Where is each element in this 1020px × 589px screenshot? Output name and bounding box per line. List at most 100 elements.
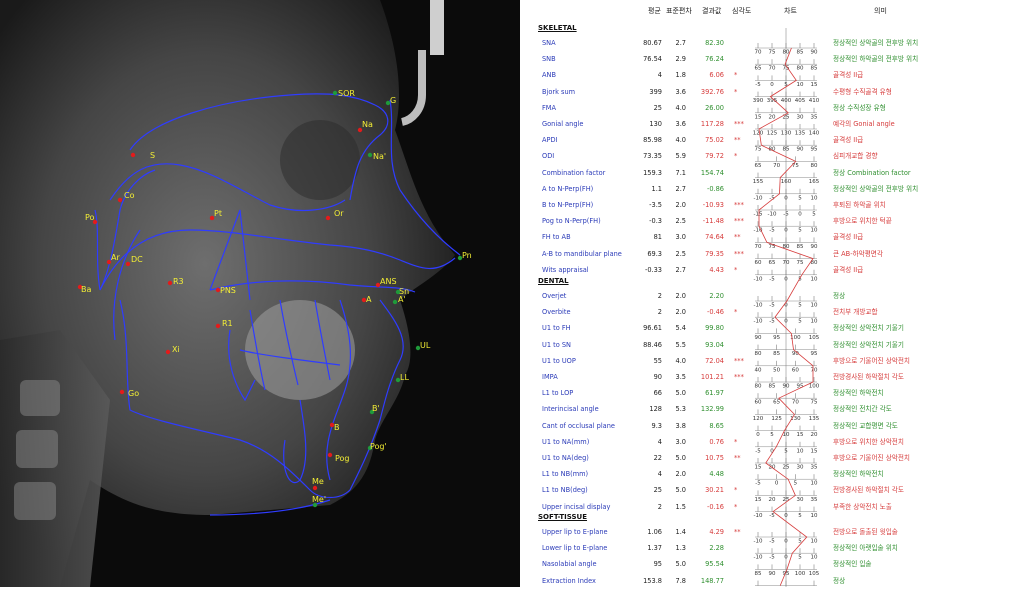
measurement-name: L1 to LOP [542,389,574,398]
landmark-label-DC: DC [131,255,143,264]
chart-tick-label: 10 [811,555,818,561]
measurement-name: Extraction Index [542,576,596,585]
measurement-sd: 3.0 [675,437,687,446]
measurement-sd: 2.5 [675,249,687,258]
measurement-name: L1 to NB(deg) [542,486,588,495]
chart-tick-label: 390 [753,98,764,104]
chart-tick-label: 35 [811,114,818,120]
chart-tick-label: 80 [797,66,804,72]
chart-tick-label: 85 [773,351,780,357]
chart-tick-label: 10 [811,195,818,201]
chart-tick-label: 95 [811,147,818,153]
measurement-severity: * [734,265,738,274]
measurement-name: SNA [542,39,556,47]
measurement-value: 132.99 [700,405,724,414]
chart-tick-label: 85 [797,50,804,56]
chart-tick-label: 95 [773,335,780,341]
measurement-meaning: 정상적인 교합평면 각도 [833,421,898,430]
chart-tick-label: 5 [794,481,798,487]
measurement-value: 154.74 [700,168,724,177]
chart-tick-label: 5 [798,513,802,519]
measurement-mean: 95 [653,560,662,569]
measurement-value: 2.20 [709,292,724,300]
measurement-value: 392.76 [700,87,724,96]
measurement-mean: 159.3 [643,168,662,177]
landmark-label-G: G [390,96,396,105]
measurement-mean: 4 [657,470,662,479]
measurement-meaning: 정상 [833,576,846,585]
measurement-value: 10.75 [705,454,724,462]
landmark-label-Pn: Pn [462,251,472,260]
landmark-point-Me [312,485,318,491]
measurement-mean: 2 [657,308,662,317]
measurement-value: 74.64 [705,233,724,242]
chart-tick-label: -5 [769,319,775,325]
landmark-label-R1: R1 [222,319,233,328]
measurement-severity: *** [734,356,744,365]
measurement-sd: 5.9 [675,152,687,161]
orbit-region [280,120,360,200]
landmark-point-Na_ [367,152,373,158]
measurement-severity: *** [734,373,744,381]
landmark-label-S: S [150,151,155,160]
chart-tick-label: 80 [755,384,762,390]
measurement-value: -0.16 [706,502,724,511]
measurement-mean: 128 [649,405,662,414]
measurement-meaning: 후방으로 위치한 턱끝 [833,217,892,226]
chart-tick-label: 85 [769,384,776,390]
chart-tick-label: 125 [771,416,782,422]
landmark-label-Ba: Ba [81,285,91,294]
chart-tick-label: 90 [811,50,818,56]
measurement-severity: * [734,486,738,495]
chart-tick-label: 75 [811,400,818,406]
chart-tick-label: 60 [755,260,762,266]
measurement-name: Overjet [542,292,567,300]
measurement-name: U1 to FH [542,324,571,333]
measurement-mean: 2 [657,502,662,511]
chart-tick-label: 405 [795,98,806,104]
chart-tick-label: 5 [798,195,802,201]
nasal-positioner-bar [430,0,444,55]
chart-tick-label: 90 [797,147,804,153]
measurement-name: APDI [542,136,558,145]
header-chart: 차트 [784,7,797,15]
measurement-sd: 2.0 [675,201,687,209]
measurement-mean: 1.37 [647,544,662,553]
landmark-label-ANS: ANS [380,277,397,286]
chart-tick-label: 15 [811,448,818,454]
chart-tick-label: 125 [767,131,778,137]
chart-tick-label: 135 [809,416,819,422]
measurement-sd: 7.1 [675,168,687,177]
landmark-point-Xi [165,349,171,355]
measurement-meaning: 수평형 수직골격 유형 [833,87,892,96]
measurement-name: U1 to NA(deg) [542,454,589,462]
landmark-point-R1 [215,323,221,329]
measurement-value: 4.48 [709,470,724,479]
chart-tick-label: -5 [769,228,775,234]
chart-tick-label: 95 [811,351,818,357]
measurement-mean: 153.8 [643,576,662,585]
chart-tick-label: 15 [797,432,804,438]
measurement-meaning: 후퇴된 하악골 위치 [833,201,886,209]
chart-tick-label: 155 [753,179,764,185]
cephalometric-xray-image[interactable]: S SOR G Na Na' Or Pt Co Po Ar DC Ba R3 P… [0,0,520,587]
measurement-mean: 80.67 [643,39,662,47]
chart-tick-label: 5 [798,319,802,325]
measurement-sd: 5.4 [675,324,687,333]
header-meaning: 의미 [874,7,887,15]
measurement-sd: 5.5 [675,340,687,349]
landmark-label-Po: Po [85,213,95,222]
measurement-meaning: 부족한 상악전치 노출 [833,502,892,511]
measurement-name: Lower lip to E-plane [542,544,608,553]
landmark-point-Go [119,389,125,395]
chart-tick-label: -10 [754,539,763,545]
measurement-meaning: 정상 수직성장 유형 [833,103,886,112]
measurement-name: Gonial angle [542,120,584,128]
measurement-sd: 5.0 [675,486,687,495]
measurement-sd: 1.4 [675,528,687,536]
chart-tick-label: 65 [773,400,780,406]
measurement-value: 148.77 [700,576,724,585]
measurement-value: 117.28 [700,120,724,128]
measurement-value: 72.04 [705,356,724,365]
measurement-name: Overbite [542,308,571,317]
